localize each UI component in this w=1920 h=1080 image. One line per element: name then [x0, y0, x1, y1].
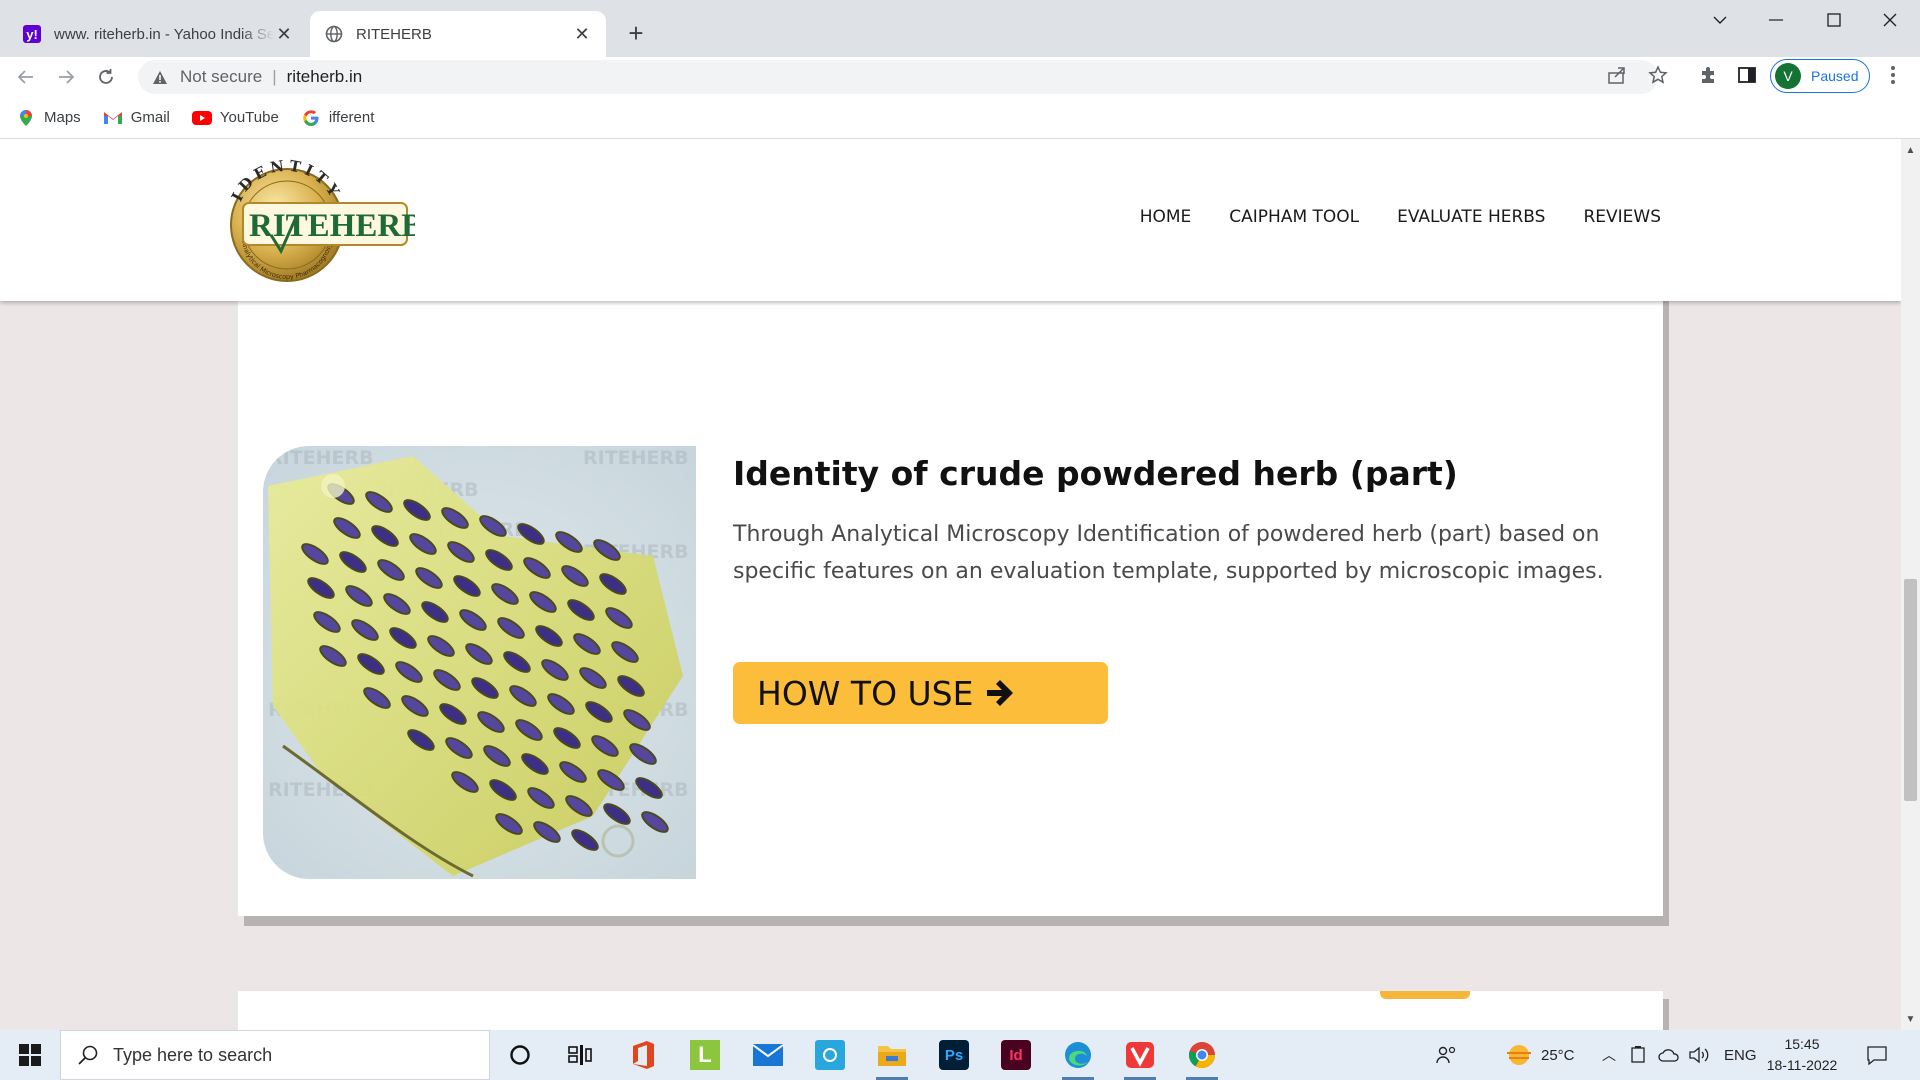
- weather-sun-icon: [1507, 1045, 1531, 1065]
- url-text[interactable]: riteherb.in: [287, 67, 363, 87]
- system-clock[interactable]: 15:45 18-11-2022: [1760, 1034, 1844, 1076]
- weather-widget[interactable]: 25°C: [1505, 1030, 1575, 1080]
- l-app-icon[interactable]: L: [685, 1035, 725, 1075]
- nav-reviews[interactable]: REVIEWS: [1583, 207, 1661, 227]
- scroll-up-icon[interactable]: ▲: [1901, 141, 1920, 159]
- bookmark-maps[interactable]: Maps: [16, 108, 81, 128]
- people-icon[interactable]: [1436, 1030, 1458, 1080]
- chrome-icon[interactable]: [1182, 1035, 1222, 1080]
- app-icon[interactable]: [810, 1035, 850, 1075]
- new-tab-button[interactable]: +: [620, 17, 652, 49]
- card-description: Through Analytical Microscopy Identifica…: [733, 522, 1604, 585]
- google-icon: [301, 108, 321, 128]
- bookmark-google[interactable]: ifferent: [301, 108, 375, 128]
- how-to-use-button[interactable]: HOW TO USE: [733, 662, 1108, 724]
- bookmark-gmail[interactable]: Gmail: [103, 108, 170, 128]
- feature-card: RITEHERB RITEHERB RITEHERB RITEHERB RITEHERB…: [238, 411, 1663, 916]
- card-title: Identity of crude powdered herb (part): [733, 454, 1458, 493]
- task-view-icon[interactable]: [560, 1035, 600, 1075]
- nav-evaluate-herbs[interactable]: EVALUATE HERBS: [1397, 207, 1545, 227]
- extensions-icon[interactable]: [1697, 64, 1719, 86]
- tab-close-icon[interactable]: ✕: [274, 24, 294, 44]
- address-separator: |: [272, 67, 277, 86]
- mail-icon[interactable]: [748, 1035, 788, 1075]
- file-explorer-icon[interactable]: [872, 1035, 912, 1080]
- vivaldi-icon[interactable]: [1120, 1035, 1160, 1080]
- card-text-block: Identity of crude powdered herb (part) T…: [733, 453, 1633, 590]
- how-to-use-label: HOW TO USE: [757, 673, 974, 713]
- language-indicator[interactable]: ENG: [1724, 1030, 1757, 1080]
- windows-start-icon[interactable]: [10, 1038, 50, 1072]
- side-panel-icon[interactable]: [1736, 64, 1758, 86]
- page-viewport: RITEHERB RITEHERB RITEHERB RITEHERB RITEHERB…: [0, 139, 1901, 1030]
- avatar: V: [1775, 63, 1801, 89]
- microscopy-image: RITEHERB RITEHERB RITEHERB RITEHERB RITEHERB…: [263, 446, 696, 879]
- volume-icon[interactable]: [1688, 1030, 1710, 1080]
- riteherb-logo[interactable]: IDENTITY Analytical Microscopy Pharmacog…: [215, 153, 423, 283]
- notifications-icon[interactable]: [1866, 1030, 1888, 1080]
- tab-yahoo[interactable]: y! www. riteherb.in - Yahoo India Se ✕: [8, 11, 308, 57]
- site-header: IDENTITY Analytical Microscopy Pharmacog…: [0, 139, 1901, 301]
- bookmark-star-icon[interactable]: [1647, 64, 1669, 86]
- profile-button[interactable]: V Paused: [1770, 59, 1870, 93]
- bookmark-label: YouTube: [219, 109, 279, 126]
- gmail-icon: [103, 108, 123, 128]
- reload-icon[interactable]: [90, 61, 122, 93]
- nav-home[interactable]: HOME: [1140, 207, 1192, 227]
- next-card-image-edge: [1380, 991, 1470, 999]
- search-icon: [78, 1045, 98, 1065]
- security-label: Not secure: [180, 67, 263, 86]
- tab-title: www. riteherb.in - Yahoo India Se: [54, 25, 274, 43]
- youtube-icon: [191, 108, 212, 128]
- indesign-icon[interactable]: Id: [996, 1035, 1036, 1075]
- share-icon[interactable]: [1606, 64, 1628, 86]
- main-nav: HOME CAIPHAM TOOL EVALUATE HERBS REVIEWS: [1140, 207, 1661, 227]
- onedrive-icon[interactable]: [1658, 1030, 1680, 1080]
- tab-title: RITEHERB: [356, 25, 432, 43]
- tab-riteherb[interactable]: RITEHERB ✕: [310, 11, 606, 57]
- bookmark-label: Maps: [44, 109, 81, 126]
- edge-icon[interactable]: [1058, 1035, 1098, 1080]
- forward-arrow-icon[interactable]: [50, 61, 82, 93]
- address-bar[interactable]: Not secure | riteherb.in: [138, 60, 1658, 94]
- tray-chevron-up-icon[interactable]: ︿: [1602, 1030, 1616, 1080]
- bookmark-label: ifferent: [328, 109, 375, 126]
- arrow-right-icon: [987, 680, 1014, 706]
- bookmarks-bar: Maps Gmail YouTube ifferent: [0, 97, 1920, 139]
- cortana-icon[interactable]: [500, 1035, 540, 1075]
- weather-temp: 25°C: [1541, 1046, 1575, 1064]
- scroll-thumb[interactable]: [1904, 579, 1917, 801]
- page-scrollbar[interactable]: ▲ ▼: [1901, 139, 1920, 1030]
- browser-toolbar: Not secure | riteherb.in V Paused: [0, 57, 1920, 97]
- bookmark-youtube[interactable]: YouTube: [191, 108, 279, 128]
- scroll-down-icon[interactable]: ▼: [1901, 1010, 1920, 1028]
- back-arrow-icon[interactable]: [10, 61, 42, 93]
- warning-icon[interactable]: [150, 67, 170, 87]
- clock-date: 18-11-2022: [1766, 1057, 1838, 1073]
- tab-strip: y! www. riteherb.in - Yahoo India Se ✕ R…: [0, 0, 1920, 57]
- minimize-icon[interactable]: [1748, 0, 1804, 40]
- menu-kebab-icon[interactable]: [1882, 64, 1904, 86]
- profile-status: Paused: [1811, 68, 1859, 84]
- windows-taskbar: Type here to search L Ps Id 25°C ︿ ENG 1…: [0, 1030, 1920, 1080]
- yahoo-favicon: y!: [22, 24, 42, 44]
- next-card: [238, 991, 1663, 1030]
- chevron-down-icon[interactable]: [1692, 0, 1748, 40]
- office-icon[interactable]: [623, 1035, 663, 1075]
- maps-icon: [16, 108, 36, 128]
- clock-time: 15:45: [1784, 1036, 1820, 1052]
- search-placeholder: Type here to search: [113, 1044, 273, 1065]
- tab-close-icon[interactable]: ✕: [572, 24, 592, 44]
- close-icon[interactable]: [1862, 0, 1918, 40]
- photoshop-icon[interactable]: Ps: [934, 1035, 974, 1075]
- watermark-text: RITEHERB: [268, 447, 374, 469]
- battery-meter-icon[interactable]: [1630, 1030, 1646, 1080]
- watermark-text: RITEHERB: [583, 447, 689, 469]
- nav-caipham-tool[interactable]: CAIPHAM TOOL: [1229, 207, 1359, 227]
- globe-icon: [324, 24, 344, 44]
- bookmark-label: Gmail: [130, 109, 170, 126]
- maximize-icon[interactable]: [1806, 0, 1862, 40]
- taskbar-search-input[interactable]: Type here to search: [60, 1030, 490, 1080]
